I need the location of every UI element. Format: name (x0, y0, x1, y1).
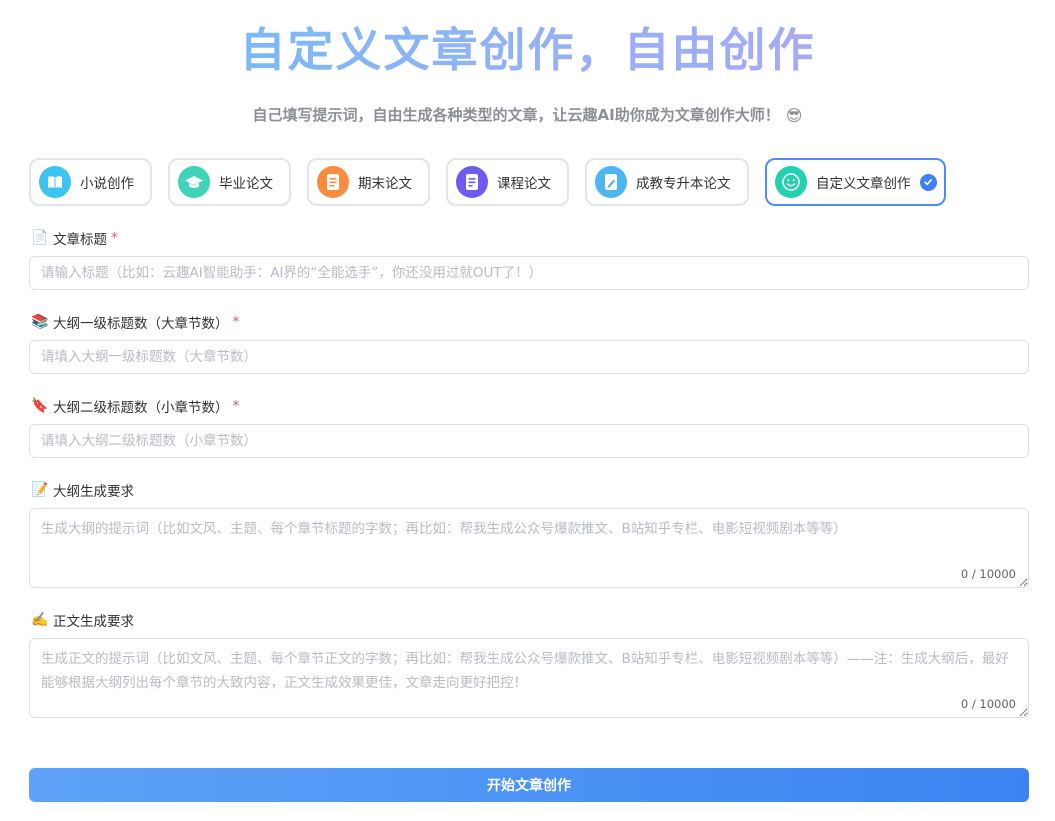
writing-hand-icon: ✍️ (31, 612, 49, 628)
start-creation-button[interactable]: 开始文章创作 (29, 768, 1029, 802)
label-text: 大纲二级标题数（小章节数） (53, 400, 229, 416)
books-icon: 📚 (31, 314, 49, 330)
tab-label: 小说创作 (80, 176, 134, 192)
label-text: 大纲一级标题数（大章节数） (53, 316, 229, 332)
tab-label: 自定义文章创作 (816, 176, 911, 192)
tab-label: 毕业论文 (219, 176, 273, 192)
page-subtitle: 自己填写提示词，自由生成各种类型的文章，让云趣AI助你成为文章创作大师！ 😎 (0, 102, 1055, 128)
memo-icon: 📝 (31, 482, 49, 498)
tab-novel[interactable]: 小说创作 (29, 158, 152, 206)
tab-graduation-thesis[interactable]: 毕业论文 (168, 158, 291, 206)
outline-requirements-field: 0 / 10000 (29, 508, 1029, 588)
char-counter: 0 / 10000 (960, 697, 1016, 711)
outline-requirements-label: 📝 大纲生成要求 (31, 480, 134, 500)
body-requirements-label: ✍️ 正文生成要求 (31, 610, 134, 630)
subtitle-text: 自己填写提示词，自由生成各种类型的文章，让云趣AI助你成为文章创作大师！ (252, 106, 780, 124)
checkmark-icon (919, 173, 937, 191)
label-text: 正文生成要求 (53, 614, 134, 630)
graduation-cap-icon (178, 166, 210, 198)
outline-level1-label: 📚 大纲一级标题数（大章节数） * (31, 312, 239, 332)
char-counter: 0 / 10000 (960, 567, 1016, 581)
label-text: 文章标题 (53, 232, 107, 248)
tab-final-paper[interactable]: 期末论文 (307, 158, 430, 206)
tab-course-paper[interactable]: 课程论文 (446, 158, 569, 206)
required-mark: * (111, 230, 118, 246)
notes-icon (456, 166, 488, 198)
outline-level2-input[interactable] (29, 424, 1029, 458)
body-requirements-field: 0 / 10000 (29, 638, 1029, 718)
outline-level2-label: 🔖 大纲二级标题数（小章节数） * (31, 396, 239, 416)
book-icon (39, 166, 71, 198)
required-mark: * (232, 314, 240, 330)
document-icon (317, 166, 349, 198)
label-text: 大纲生成要求 (53, 484, 134, 500)
tab-custom-article[interactable]: 自定义文章创作 (765, 158, 946, 206)
smile-icon (775, 166, 807, 198)
bookmark-icon: 🔖 (31, 398, 49, 414)
tab-adult-education-paper[interactable]: 成教专升本论文 (585, 158, 749, 206)
tab-label: 成教专升本论文 (636, 176, 731, 192)
page-title: 自定义文章创作，自由创作 (0, 18, 1055, 82)
article-title-label: 📄 文章标题 * (31, 228, 118, 248)
required-mark: * (232, 398, 240, 414)
page-icon: 📄 (31, 230, 49, 246)
tab-label: 课程论文 (497, 176, 551, 192)
article-title-input[interactable] (29, 256, 1029, 290)
outline-requirements-textarea[interactable] (29, 508, 1029, 588)
sunglasses-emoji-icon: 😎 (785, 106, 803, 125)
outline-level1-input[interactable] (29, 340, 1029, 374)
body-requirements-textarea[interactable] (29, 638, 1029, 718)
tab-label: 期末论文 (358, 176, 412, 192)
edit-note-icon (595, 166, 627, 198)
